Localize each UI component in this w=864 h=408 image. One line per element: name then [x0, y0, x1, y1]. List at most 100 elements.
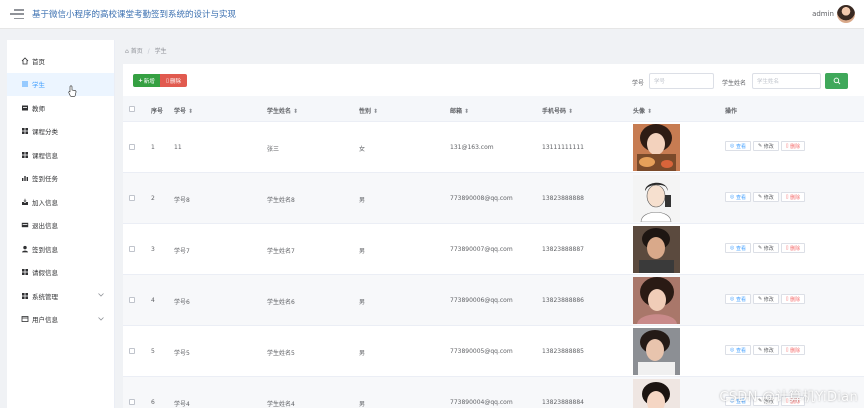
cell-phone: 13823888886: [542, 297, 584, 304]
row-checkbox[interactable]: [129, 348, 135, 354]
edit-label: 修改: [763, 296, 774, 303]
cell-email: 773890006@qq.com: [450, 297, 513, 304]
sidebar: 首页 学生 教师 课程分类 课程信息 签到任务 加入信息 退出信息 签到信息 请…: [7, 40, 115, 408]
cell-email: 773890008@qq.com: [450, 195, 513, 202]
delete-button[interactable]: ▯ 删除: [780, 294, 806, 304]
breadcrumb-home[interactable]: 首页: [131, 48, 143, 55]
view-label: 查看: [735, 143, 746, 150]
edit-button[interactable]: ✎ 修改: [752, 294, 779, 304]
cell-phone: 13823888888: [542, 195, 584, 202]
sort-icon: ⬍: [188, 108, 194, 115]
mouse-pointer-icon: [68, 85, 77, 97]
folder-icon: [21, 104, 29, 112]
sort-icon: ⬍: [464, 108, 470, 115]
student-name-filter-label: 学生姓名: [722, 80, 747, 87]
sidebar-item-students[interactable]: 学生: [7, 72, 114, 96]
edit-button[interactable]: ✎ 修改: [752, 345, 779, 355]
delete-label: 删除: [790, 296, 801, 303]
home-icon: [21, 57, 29, 65]
select-all-checkbox[interactable]: [129, 106, 135, 112]
table-row: 5 学号5 学生姓名5 男 773890005@qq.com 138238888…: [123, 326, 864, 377]
delete-label: 删除: [790, 347, 801, 354]
user-icon: [21, 245, 29, 253]
student-no-filter-label: 学号: [632, 80, 645, 87]
menu-toggle-icon[interactable]: [10, 9, 24, 19]
sidebar-item-home[interactable]: 首页: [7, 49, 114, 73]
sort-icon: ⬍: [647, 108, 653, 115]
sidebar-item-course-info[interactable]: 课程信息: [7, 143, 114, 167]
sidebar-item-leave-info[interactable]: 请假信息: [7, 261, 114, 285]
sidebar-item-join-info[interactable]: 加入信息: [7, 190, 114, 214]
row-checkbox[interactable]: [129, 399, 135, 405]
breadcrumb-home-icon: ⌂: [125, 48, 129, 55]
sidebar-item-label: 请假信息: [32, 269, 58, 278]
sidebar-item-signin-info[interactable]: 签到信息: [7, 237, 114, 261]
view-label: 查看: [735, 296, 746, 303]
sidebar-item-exit-info[interactable]: 退出信息: [7, 214, 114, 238]
student-avatar-image[interactable]: [633, 379, 680, 408]
view-button[interactable]: ◎ 查看: [725, 141, 751, 151]
row-checkbox[interactable]: [129, 195, 135, 201]
cell-phone: 13823888885: [542, 348, 584, 355]
edit-button[interactable]: ✎ 修改: [752, 141, 779, 151]
row-checkbox[interactable]: [129, 297, 135, 303]
student-avatar-image[interactable]: [633, 226, 680, 273]
edit-label: 修改: [763, 194, 774, 201]
edit-label: 修改: [763, 347, 774, 354]
cell-gender: 男: [359, 350, 366, 357]
sort-icon: ⬍: [373, 108, 379, 115]
view-button[interactable]: ◎ 查看: [725, 345, 751, 355]
column-header-gender[interactable]: 性别 ⬍: [359, 106, 378, 115]
student-avatar-image[interactable]: [633, 328, 680, 375]
delete-button[interactable]: ▯ 删除: [780, 141, 806, 151]
column-header-phone[interactable]: 手机号码 ⬍: [542, 106, 573, 115]
search-button[interactable]: [825, 73, 848, 89]
breadcrumb-current: 学生: [154, 48, 167, 55]
row-checkbox[interactable]: [129, 246, 135, 252]
add-button[interactable]: + 新增: [133, 74, 160, 87]
view-button[interactable]: ◎ 查看: [725, 294, 751, 304]
cell-student-no: 学号4: [174, 401, 190, 408]
view-button[interactable]: ◎ 查看: [725, 192, 751, 202]
sidebar-item-label: 用户信息: [32, 316, 58, 325]
sidebar-item-label: 签到信息: [32, 245, 58, 254]
sidebar-item-system-management[interactable]: 系统管理: [7, 284, 114, 308]
student-avatar-image[interactable]: [633, 124, 680, 171]
student-avatar-image[interactable]: [633, 175, 680, 222]
column-header-email[interactable]: 邮箱 ⬍: [450, 106, 469, 115]
row-checkbox[interactable]: [129, 144, 135, 150]
delete-button[interactable]: ▯ 删除: [780, 192, 806, 202]
sidebar-item-signin-task[interactable]: 签到任务: [7, 167, 114, 191]
column-header-student-no[interactable]: 学号 ⬍: [174, 106, 193, 115]
sidebar-item-label: 教师: [32, 104, 45, 113]
cell-phone: 13111111111: [542, 144, 584, 151]
sidebar-item-teachers[interactable]: 教师: [7, 96, 114, 120]
sidebar-item-course-category[interactable]: 课程分类: [7, 120, 114, 144]
breadcrumb: ⌂ 首页 / 学生: [125, 46, 167, 55]
delete-button[interactable]: ▯ 删除: [780, 345, 806, 355]
batch-delete-button[interactable]: ▯ 删除: [160, 74, 187, 87]
trash-icon: ▯: [165, 77, 169, 84]
column-header-name[interactable]: 学生姓名 ⬍: [267, 106, 298, 115]
edit-button[interactable]: ✎ 修改: [752, 192, 779, 202]
column-header-index: 序号: [151, 108, 164, 115]
sidebar-item-user-info[interactable]: 用户信息: [7, 308, 114, 332]
row-actions: ◎ 查看 ✎ 修改 ▯ 删除: [725, 243, 807, 253]
view-button[interactable]: ◎ 查看: [725, 243, 751, 253]
student-name-filter-input[interactable]: 学生姓名: [752, 73, 821, 89]
student-avatar-image[interactable]: [633, 277, 680, 324]
sidebar-item-label: 加入信息: [32, 198, 58, 207]
column-header-avatar[interactable]: 头像 ⬍: [633, 106, 652, 115]
sort-icon: ⬍: [293, 108, 299, 115]
column-header-label: 学生姓名: [267, 108, 292, 115]
user-avatar[interactable]: [837, 5, 855, 23]
edit-button[interactable]: ✎ 修改: [752, 243, 779, 253]
chevron-down-icon: [98, 316, 104, 323]
table-row: 1 11 张三 女 131@163.com 13111111111 ◎ 查看 ✎…: [123, 122, 864, 173]
sidebar-item-label: 课程分类: [32, 128, 58, 137]
delete-label: 删除: [790, 194, 801, 201]
user-name[interactable]: admin: [812, 10, 834, 18]
delete-button[interactable]: ▯ 删除: [780, 243, 806, 253]
student-no-filter-input[interactable]: 学号: [649, 73, 714, 89]
chevron-down-icon: [98, 292, 104, 299]
